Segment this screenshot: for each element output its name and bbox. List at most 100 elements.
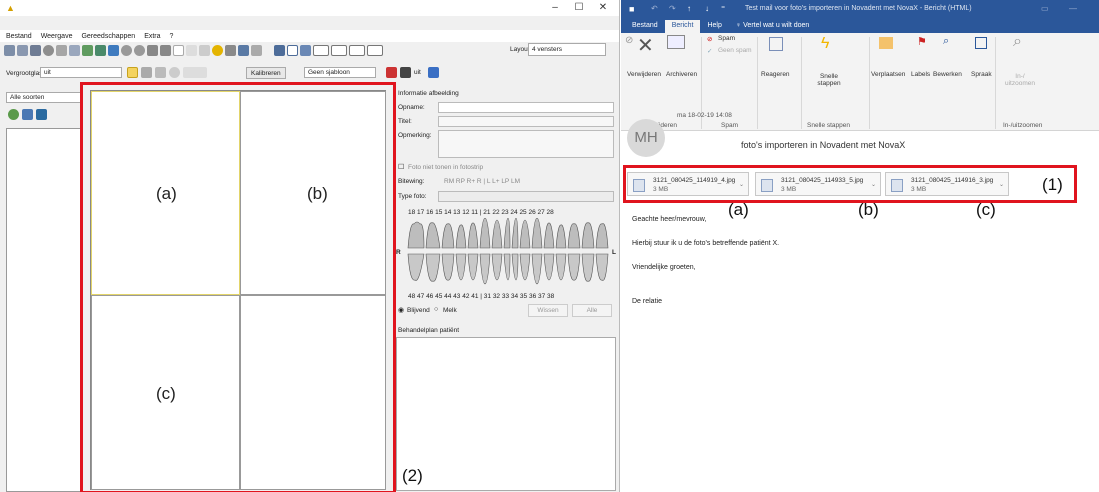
rotate-right-icon[interactable]	[134, 44, 145, 56]
verplaatsen-button[interactable]: Verplaatsen	[871, 71, 905, 78]
menu-bestand[interactable]: Bestand	[6, 33, 32, 40]
layout-6-icon[interactable]	[367, 44, 383, 56]
contrast-icon[interactable]	[212, 44, 223, 56]
labels-button[interactable]: Labels	[911, 71, 930, 78]
chevron-down-icon[interactable]: ⌄	[999, 181, 1004, 188]
qat-more-icon[interactable]: ⁼	[721, 4, 725, 13]
opname-select[interactable]	[438, 102, 614, 113]
layout-select[interactable]: 4 vensters	[528, 43, 606, 56]
archiveren-button[interactable]: Archiveren	[666, 71, 697, 78]
kalibreren-button[interactable]: Kalibreren	[246, 67, 286, 79]
save-all-icon[interactable]	[17, 44, 28, 56]
tab-bestand[interactable]: Bestand	[625, 20, 665, 33]
bewerken-button[interactable]: Bewerken	[933, 71, 962, 78]
blijvend-radio[interactable]: ◉	[398, 306, 404, 314]
attachment-1[interactable]: 3121_080425_114919_4.jpg 3 MB ⌄	[627, 172, 749, 196]
spam-icon[interactable]: ⊘	[707, 35, 712, 43]
attachment-2[interactable]: 3121_080425_114933_5.jpg 3 MB ⌄	[755, 172, 881, 196]
speech-icon[interactable]	[975, 37, 987, 49]
layout-grid-icon[interactable]	[300, 44, 311, 56]
opmerking-input[interactable]	[438, 130, 614, 158]
reageren-button[interactable]: Reageren	[761, 71, 790, 78]
chevron-down-icon[interactable]: ⌄	[871, 181, 876, 188]
melk-radio[interactable]: ○	[434, 306, 438, 313]
monitor-icon[interactable]	[400, 67, 411, 78]
pen-icon[interactable]	[155, 67, 166, 78]
edit-icon[interactable]	[22, 109, 33, 120]
menu-weergave[interactable]: Weergave	[41, 33, 73, 40]
save-icon[interactable]: ■	[629, 4, 634, 14]
filter-icon[interactable]	[251, 44, 262, 56]
copy-icon[interactable]	[173, 44, 184, 56]
tooth-chart[interactable]	[404, 218, 612, 286]
down-icon[interactable]: ↓	[705, 4, 709, 13]
menu-help[interactable]: ?	[170, 33, 174, 40]
ruler-icon[interactable]	[183, 67, 207, 78]
layout-1-icon[interactable]	[274, 44, 285, 56]
database-icon[interactable]	[36, 109, 47, 120]
menu-extra[interactable]: Extra	[144, 33, 160, 40]
paste-icon[interactable]	[186, 44, 197, 56]
photo-list[interactable]	[6, 128, 82, 492]
circle-tool-icon[interactable]	[169, 67, 180, 78]
tooth-icon[interactable]	[238, 44, 249, 56]
layout-3-icon[interactable]	[349, 44, 365, 56]
tell-me-icon[interactable]: ♀	[729, 20, 741, 33]
up-icon[interactable]: ↑	[687, 4, 691, 13]
brightness-icon[interactable]	[199, 44, 210, 56]
zoom-icon[interactable]: ⌕	[1013, 33, 1022, 51]
bitewing-options[interactable]: RM RP R+ R | L L+ LP LM	[444, 178, 520, 185]
fotostrip-checkbox[interactable]: ☐	[398, 163, 404, 171]
image-cell-d[interactable]	[240, 295, 386, 490]
archive-icon[interactable]	[667, 35, 685, 49]
save-icon[interactable]	[4, 44, 15, 56]
maximize-button[interactable]: ☐	[572, 2, 586, 13]
tab-bericht[interactable]: Bericht	[664, 20, 701, 33]
layout-4-icon[interactable]	[287, 44, 298, 56]
restore-icon[interactable]: ▭	[1041, 4, 1049, 13]
flip-horizontal-icon[interactable]	[147, 44, 158, 56]
lightning-icon[interactable]: ϟ	[821, 35, 829, 53]
behandelplan-textarea[interactable]	[396, 337, 616, 491]
spraak-button[interactable]: Spraak	[971, 71, 992, 78]
move-icon[interactable]	[879, 37, 893, 49]
download-icon[interactable]	[82, 44, 93, 56]
tab-tell-me[interactable]: Vertel wat u wilt doen	[741, 20, 816, 33]
alle-button[interactable]: Alle	[572, 304, 612, 317]
vergrootglas-select[interactable]: uit	[40, 67, 122, 78]
reply-icon[interactable]	[769, 37, 783, 51]
delete-x-icon[interactable]: ✕	[637, 33, 654, 58]
minimize-button[interactable]: –	[548, 2, 562, 13]
person-icon[interactable]	[108, 44, 119, 56]
delete-icon[interactable]	[43, 44, 54, 56]
minimize-icon[interactable]: —	[1069, 4, 1077, 13]
verwijderen-button[interactable]: Verwijderen	[627, 71, 661, 78]
document-icon[interactable]	[428, 67, 439, 78]
scanner-icon[interactable]	[56, 44, 67, 56]
measure-icon[interactable]	[141, 67, 152, 78]
ignore-icon[interactable]: ⊘	[625, 35, 633, 46]
layout-2v-icon[interactable]	[331, 44, 347, 56]
tab-help[interactable]: Help	[700, 20, 728, 33]
menu-gereedschappen[interactable]: Gereedschappen	[81, 33, 135, 40]
close-button[interactable]: ✕	[596, 2, 610, 13]
add-photo-icon[interactable]	[8, 109, 19, 120]
shield-icon[interactable]	[225, 44, 236, 56]
type-foto-select[interactable]	[438, 191, 614, 202]
spam-button[interactable]: Spam	[718, 35, 735, 42]
attachment-3[interactable]: 3121_080425_114916_3.jpg 3 MB ⌄	[885, 172, 1009, 196]
lightbulb-icon[interactable]	[127, 67, 138, 78]
geen-spam-button[interactable]: Geen spam	[718, 47, 752, 54]
patient-red-icon[interactable]	[386, 67, 397, 78]
layout-2h-icon[interactable]	[313, 44, 329, 56]
flag-icon[interactable]: ⚑	[917, 35, 927, 48]
rotate-left-icon[interactable]	[121, 44, 132, 56]
redo-icon[interactable]: ↷	[669, 4, 676, 13]
not-spam-icon[interactable]: ✓	[707, 47, 712, 55]
chevron-down-icon[interactable]: ⌄	[739, 181, 744, 188]
import-icon[interactable]	[30, 44, 41, 56]
undo-icon[interactable]: ↶	[651, 4, 658, 13]
flip-vertical-icon[interactable]	[160, 44, 171, 56]
snelle-stappen-button[interactable]: Snelle stappen	[815, 73, 843, 87]
sjabloon-select[interactable]: Geen sjabloon	[304, 67, 376, 78]
